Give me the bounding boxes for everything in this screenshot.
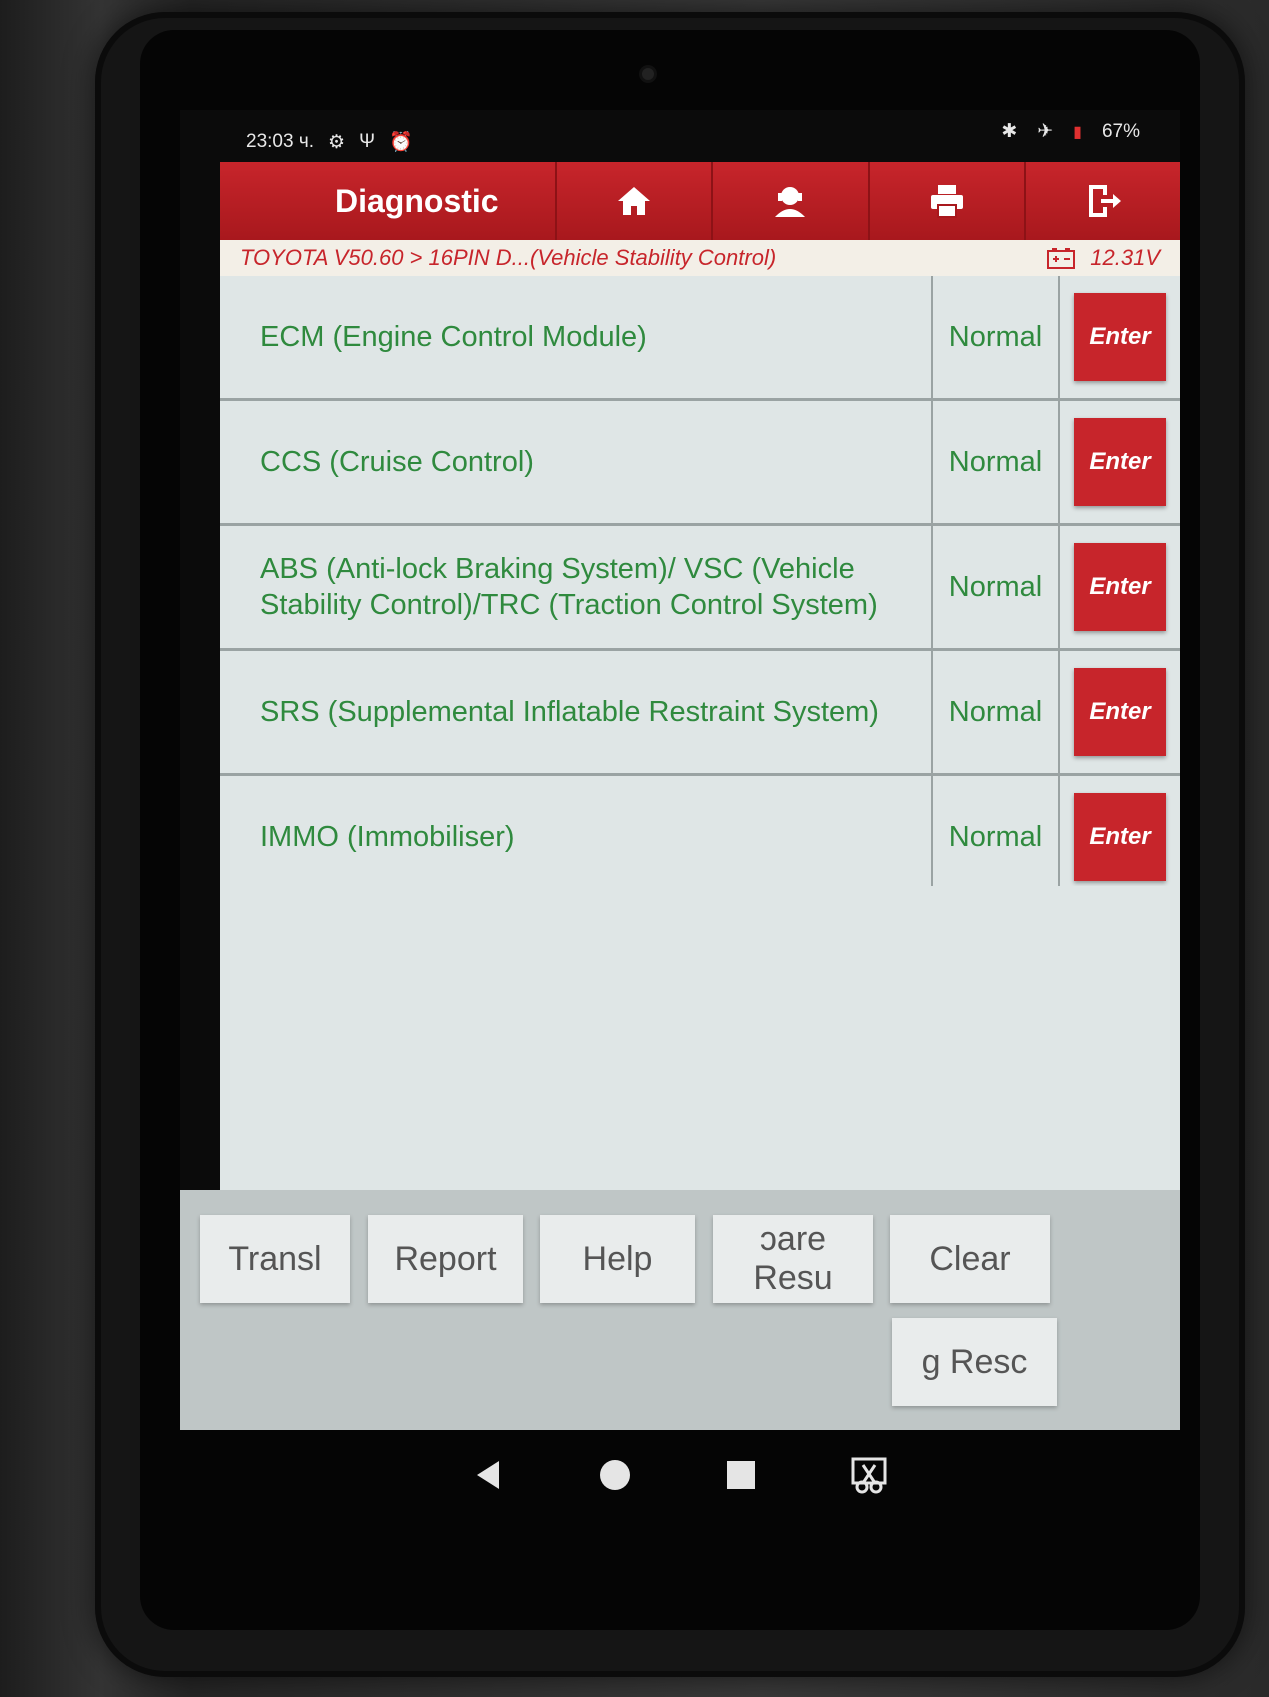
voltage-value: 12.31V xyxy=(1090,245,1160,270)
support-icon xyxy=(775,187,806,217)
translate-button[interactable]: Transl xyxy=(200,1215,350,1303)
airplane-icon: ✈ xyxy=(1037,121,1054,142)
action-cell: Enter xyxy=(1060,776,1180,898)
system-status: Normal xyxy=(933,276,1060,398)
action-cell: Enter xyxy=(1060,276,1180,398)
breadcrumb: TOYOTA V50.60 > 16PIN D...(Vehicle Stabi… xyxy=(220,240,1180,276)
alarm-icon: ⏰ xyxy=(388,132,413,153)
action-cell: Enter xyxy=(1060,651,1180,773)
enter-button[interactable]: Enter xyxy=(1074,418,1166,506)
system-row: CCS (Cruise Control) Normal Enter xyxy=(220,401,1180,526)
bluetooth-icon: ✱ xyxy=(1001,121,1018,142)
system-status: Normal xyxy=(933,776,1060,898)
system-name: IMMO (Immobiliser) xyxy=(220,776,933,898)
system-status: Normal xyxy=(933,651,1060,773)
system-row: ABS (Anti-lock Braking System)/ VSC (Veh… xyxy=(220,526,1180,651)
screenshot-scissors-icon[interactable] xyxy=(849,1455,889,1495)
system-status: Normal xyxy=(933,401,1060,523)
clock: 23:03 ч. xyxy=(246,131,315,152)
system-name: ECM (Engine Control Module) xyxy=(220,276,933,398)
exit-icon xyxy=(1088,185,1121,217)
enter-button[interactable]: Enter xyxy=(1074,668,1166,756)
front-camera xyxy=(642,68,654,80)
settings-gear-icon: ⚙ xyxy=(328,131,346,153)
back-icon[interactable] xyxy=(471,1457,507,1493)
print-icon xyxy=(930,185,963,218)
rescue-button[interactable]: g Resc xyxy=(892,1318,1057,1406)
status-bar: 23:03 ч. ⚙ Ψ ⏰ ✱ ✈ ▮ 67% xyxy=(180,110,1180,162)
system-row: ECM (Engine Control Module) Normal Enter xyxy=(220,276,1180,401)
home-icon xyxy=(618,187,651,215)
home-circle-icon[interactable] xyxy=(597,1457,633,1493)
app-screen: 23:03 ч. ⚙ Ψ ⏰ ✱ ✈ ▮ 67% Diagnostic TOYO… xyxy=(180,110,1180,1430)
support-button[interactable] xyxy=(711,162,867,240)
clear-button[interactable]: Clear xyxy=(890,1215,1050,1303)
system-name: CCS (Cruise Control) xyxy=(220,401,933,523)
system-row: SRS (Supplemental Inflatable Restraint S… xyxy=(220,651,1180,776)
action-cell: Enter xyxy=(1060,401,1180,523)
system-name: SRS (Supplemental Inflatable Restraint S… xyxy=(220,651,933,773)
battery-icon: ▮ xyxy=(1073,123,1082,141)
voltage-readout: 12.31V xyxy=(1046,245,1160,271)
android-nav-bar xyxy=(180,1430,1180,1520)
vehicle-path: TOYOTA V50.60 > 16PIN D...(Vehicle Stabi… xyxy=(240,245,777,270)
usb-icon: Ψ xyxy=(359,131,375,152)
system-row: IMMO (Immobiliser) Normal Enter xyxy=(220,776,1180,901)
battery-level: 67% xyxy=(1101,120,1140,142)
system-name: ABS (Anti-lock Braking System)/ VSC (Veh… xyxy=(220,526,933,648)
recents-icon[interactable] xyxy=(723,1457,759,1493)
compare-result-button[interactable]: ɔare Resu xyxy=(713,1215,873,1303)
home-button[interactable] xyxy=(555,162,711,240)
exit-button[interactable] xyxy=(1023,162,1180,240)
page-title: Diagnostic xyxy=(335,182,499,219)
help-button[interactable]: Help xyxy=(540,1215,695,1303)
print-button[interactable] xyxy=(867,162,1024,240)
bottom-toolbar: Transl Report Help ɔare Resu Clear g Res… xyxy=(180,1190,1180,1430)
car-battery-icon xyxy=(1047,248,1076,269)
enter-button[interactable]: Enter xyxy=(1074,293,1166,381)
system-status: Normal xyxy=(933,526,1060,648)
action-cell: Enter xyxy=(1060,526,1180,648)
app-header: Diagnostic xyxy=(220,162,1180,240)
enter-button[interactable]: Enter xyxy=(1074,793,1166,881)
report-button[interactable]: Report xyxy=(368,1215,523,1303)
enter-button[interactable]: Enter xyxy=(1074,543,1166,631)
